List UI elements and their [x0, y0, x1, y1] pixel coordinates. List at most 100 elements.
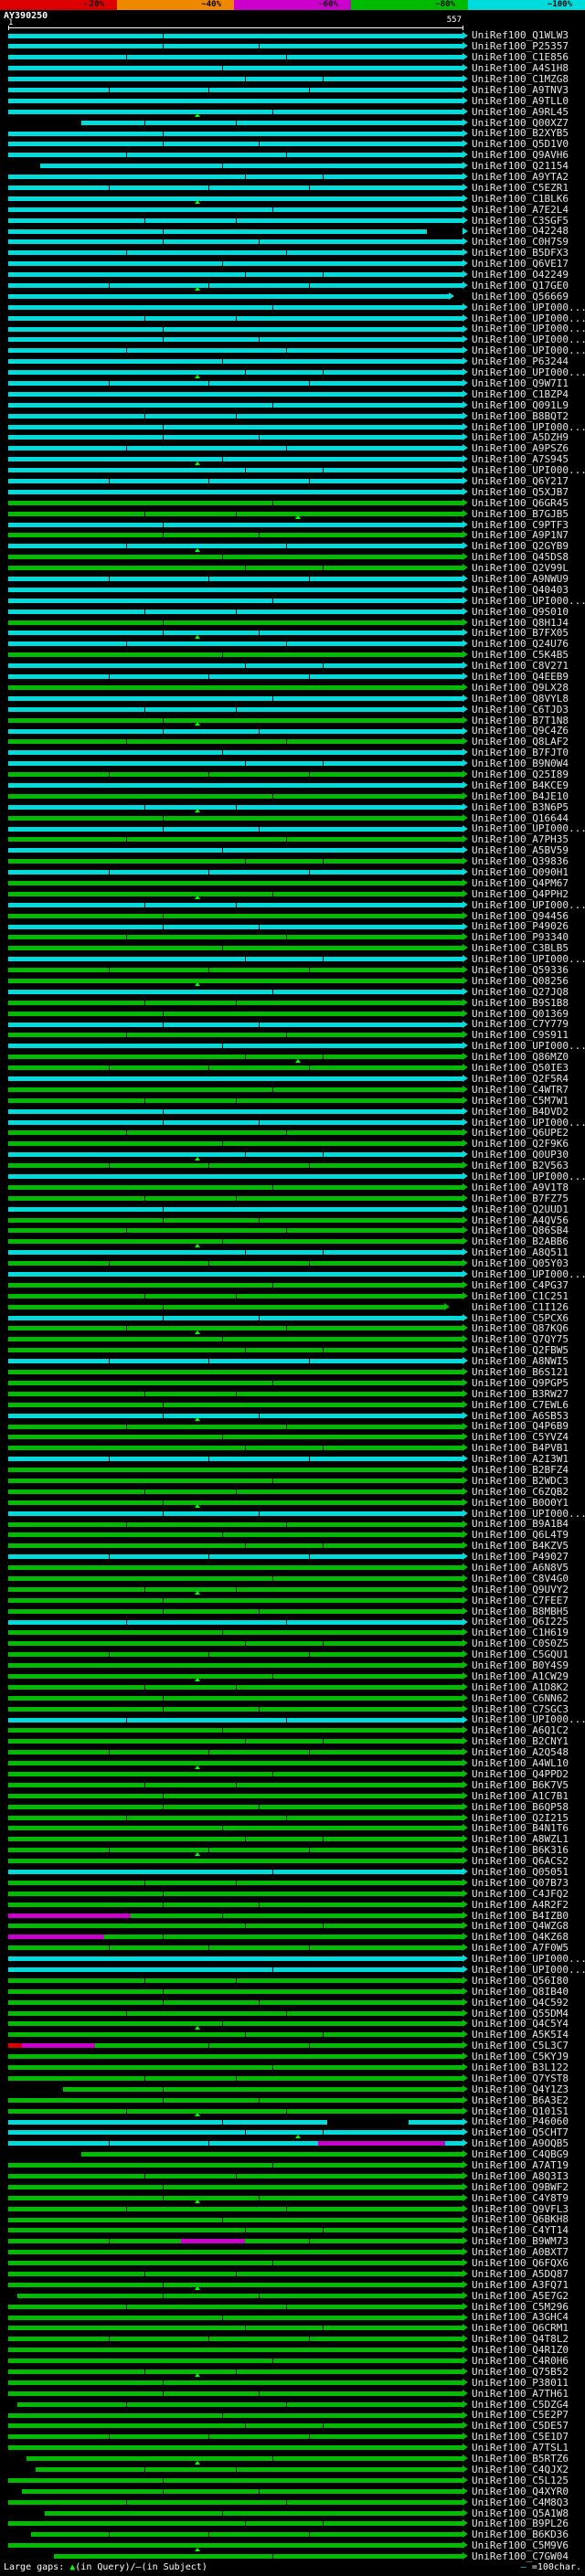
hit-label[interactable]: UniRef100_C4JFQ2: [472, 1889, 569, 1899]
alignment-bar[interactable]: [8, 867, 468, 878]
hit-label[interactable]: UniRef100_C4PG37: [472, 1280, 569, 1290]
alignment-bar[interactable]: [8, 345, 468, 356]
hit-label[interactable]: UniRef100_B9PL26: [472, 2518, 569, 2528]
hit-label[interactable]: UniRef100_Q6VE17: [472, 259, 569, 269]
hit-row[interactable]: UniRef100_C5M296: [0, 2301, 585, 2312]
alignment-bar[interactable]: [8, 899, 468, 910]
hit-row[interactable]: UniRef100_Q2I215: [0, 1812, 585, 1823]
alignment-bar[interactable]: [8, 1867, 468, 1878]
alignment-bar[interactable]: [8, 2019, 468, 2030]
hit-row[interactable]: UniRef100_C7SGC3: [0, 1703, 585, 1714]
alignment-bar[interactable]: [8, 2356, 468, 2367]
hit-row[interactable]: UniRef100_Q8LAF2: [0, 737, 585, 747]
hit-row[interactable]: UniRef100_UPI000...: [0, 954, 585, 965]
hit-label[interactable]: UniRef100_Q9BWF2: [472, 2182, 569, 2192]
alignment-bar[interactable]: [8, 280, 468, 292]
hit-row[interactable]: UniRef100_Q7YST8: [0, 2072, 585, 2083]
hit-label[interactable]: UniRef100_UPI000...: [472, 1118, 585, 1128]
hit-row[interactable]: UniRef100_Q5A1W8: [0, 2507, 585, 2518]
alignment-bar[interactable]: [8, 1954, 468, 1965]
alignment-bar[interactable]: [8, 1377, 468, 1388]
alignment-bar[interactable]: [8, 2312, 468, 2323]
alignment-bar[interactable]: [8, 1182, 468, 1193]
alignment-bar[interactable]: [8, 1670, 468, 1682]
hit-row[interactable]: UniRef100_A7E2L4: [0, 204, 585, 215]
hit-label[interactable]: UniRef100_A7F0W5: [472, 1943, 569, 1953]
alignment-bar[interactable]: [8, 606, 468, 617]
hit-row[interactable]: UniRef100_C7EWL6: [0, 1399, 585, 1410]
hit-row[interactable]: UniRef100_A3GHC4: [0, 2312, 585, 2323]
hit-label[interactable]: UniRef100_C7FEE7: [472, 1595, 569, 1606]
alignment-bar[interactable]: [8, 943, 468, 954]
hit-row[interactable]: UniRef100_C7FEE7: [0, 1595, 585, 1606]
hit-label[interactable]: UniRef100_C5EZR1: [472, 183, 569, 193]
hit-label[interactable]: UniRef100_A7AT19: [472, 2160, 569, 2170]
hit-label[interactable]: UniRef100_B0O0Y1: [472, 1498, 569, 1508]
hit-label[interactable]: UniRef100_A5DZH9: [472, 432, 569, 442]
hit-label[interactable]: UniRef100_A5DQ87: [472, 2269, 569, 2279]
alignment-bar[interactable]: [8, 1497, 468, 1509]
hit-row[interactable]: UniRef100_P38011: [0, 2377, 585, 2388]
hit-row[interactable]: UniRef100_A1D8K2: [0, 1681, 585, 1692]
hit-row[interactable]: UniRef100_C9PTF3: [0, 519, 585, 530]
hit-row[interactable]: UniRef100_Q6Y217: [0, 476, 585, 487]
hit-label[interactable]: UniRef100_Q1WLW3: [472, 30, 569, 40]
alignment-bar[interactable]: [8, 63, 468, 74]
hit-row[interactable]: UniRef100_UPI000...: [0, 323, 585, 334]
alignment-bar[interactable]: [8, 139, 468, 150]
hit-label[interactable]: UniRef100_Q6BKH8: [472, 2214, 569, 2224]
alignment-bar[interactable]: [8, 726, 468, 737]
hit-row[interactable]: UniRef100_Q01369: [0, 1008, 585, 1019]
hit-row[interactable]: UniRef100_B2BFZ4: [0, 1465, 585, 1476]
alignment-bar[interactable]: [8, 399, 468, 410]
alignment-bar[interactable]: [8, 1519, 468, 1530]
hit-row[interactable]: UniRef100_Q6CRM1: [0, 2323, 585, 2334]
hit-row[interactable]: UniRef100_Q24U76: [0, 639, 585, 650]
hit-row[interactable]: UniRef100_C5L125: [0, 2475, 585, 2486]
hit-label[interactable]: UniRef100_A6Q1C2: [472, 1725, 569, 1735]
hit-label[interactable]: UniRef100_Q091L9: [472, 400, 569, 410]
alignment-bar[interactable]: [8, 1845, 468, 1856]
hit-row[interactable]: UniRef100_C0H7S9: [0, 237, 585, 248]
hit-row[interactable]: UniRef100_A5E7G2: [0, 2290, 585, 2301]
alignment-bar[interactable]: [8, 454, 468, 465]
hit-row[interactable]: UniRef100_C1H619: [0, 1627, 585, 1638]
hit-row[interactable]: UniRef100_A7S945: [0, 454, 585, 465]
hit-row[interactable]: UniRef100_B2CNY1: [0, 1736, 585, 1747]
hit-label[interactable]: UniRef100_C5L3C7: [472, 2041, 569, 2051]
hit-label[interactable]: UniRef100_Q25I89: [472, 769, 569, 779]
hit-row[interactable]: UniRef100_B7FZ75: [0, 1193, 585, 1203]
hit-label[interactable]: UniRef100_Q17GE0: [472, 281, 569, 291]
alignment-bar[interactable]: [8, 1932, 468, 1943]
hit-label[interactable]: UniRef100_Q07B73: [472, 1878, 569, 1888]
hit-row[interactable]: UniRef100_Q6I225: [0, 1617, 585, 1627]
hit-row[interactable]: UniRef100_Q2UUD1: [0, 1203, 585, 1214]
hit-row[interactable]: UniRef100_C5YVZ4: [0, 1432, 585, 1443]
hit-row[interactable]: UniRef100_A9TNV3: [0, 84, 585, 95]
alignment-bar[interactable]: [8, 639, 468, 650]
hit-label[interactable]: UniRef100_Q101S1: [472, 2106, 569, 2116]
hit-row[interactable]: UniRef100_A4S1H8: [0, 63, 585, 74]
alignment-bar[interactable]: [8, 1008, 468, 1019]
alignment-bar[interactable]: [8, 2443, 468, 2454]
alignment-bar[interactable]: [8, 1475, 468, 1486]
alignment-bar[interactable]: [8, 2094, 468, 2105]
hit-row[interactable]: UniRef100_A8Q511: [0, 1247, 585, 1258]
hit-row[interactable]: UniRef100_C6NN62: [0, 1692, 585, 1703]
hit-label[interactable]: UniRef100_B7FZ75: [472, 1193, 569, 1203]
hit-label[interactable]: UniRef100_Q4PPD2: [472, 1769, 569, 1779]
hit-row[interactable]: UniRef100_A8WZL1: [0, 1834, 585, 1845]
hit-label[interactable]: UniRef100_Q55DM4: [472, 2009, 569, 2019]
alignment-bar[interactable]: [8, 2465, 468, 2475]
alignment-bar[interactable]: [8, 367, 468, 378]
alignment-bar[interactable]: [8, 2083, 468, 2094]
hit-label[interactable]: UniRef100_Q2F9K6: [472, 1139, 569, 1149]
hit-label[interactable]: UniRef100_Q40403: [472, 585, 569, 595]
hit-label[interactable]: UniRef100_A9RL45: [472, 107, 569, 117]
alignment-bar[interactable]: [8, 888, 468, 900]
alignment-bar[interactable]: [8, 2160, 468, 2171]
hit-label[interactable]: UniRef100_B4IZB0: [472, 1911, 569, 1921]
hit-row[interactable]: UniRef100_A5DZH9: [0, 432, 585, 443]
hit-row[interactable]: UniRef100_Q2F5R4: [0, 1074, 585, 1085]
alignment-bar[interactable]: [8, 193, 468, 205]
